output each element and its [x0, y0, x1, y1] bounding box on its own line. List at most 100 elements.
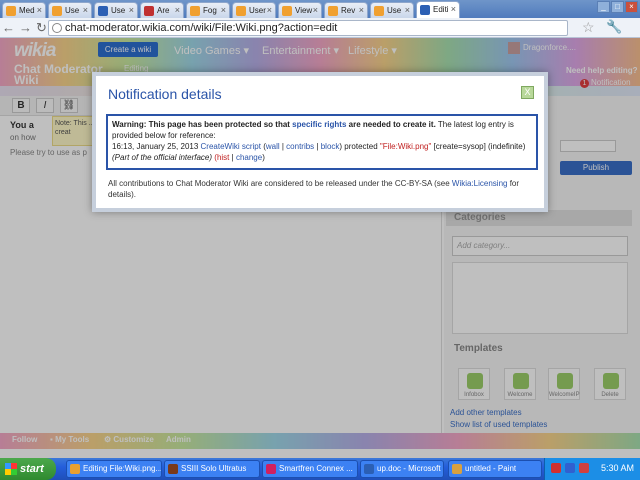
app-icon [168, 464, 178, 474]
tab-label: Use [387, 6, 402, 15]
address-bar[interactable]: chat-moderator.wikia.com/wiki/File:Wiki.… [48, 20, 568, 36]
tab-favicon-icon [52, 6, 62, 16]
tab-label: Fog [203, 6, 217, 15]
close-window-icon[interactable]: × [625, 1, 638, 13]
modal-close-button[interactable]: X [521, 86, 534, 99]
tab-favicon-icon [6, 6, 16, 16]
browser-tab[interactable]: Rev × [324, 2, 368, 18]
forward-arrow-icon[interactable]: → [19, 20, 32, 36]
tab-favicon-icon [236, 6, 246, 16]
close-tab-icon[interactable]: × [359, 3, 364, 18]
tab-label: Med [19, 6, 35, 15]
browser-tab[interactable]: Fog × [186, 2, 230, 18]
hist-link[interactable]: hist [217, 153, 229, 162]
reload-icon[interactable]: ↻ [36, 20, 47, 36]
tab-favicon-icon [420, 5, 430, 15]
taskbar-item[interactable]: Smartfren Connex ... [262, 460, 358, 478]
taskbar-item[interactable]: SSIII Solo Ultratus [164, 460, 260, 478]
warning-text: Warning: This page has been protected so… [112, 120, 293, 129]
contribs-link[interactable]: contribs [286, 142, 314, 151]
close-tab-icon[interactable]: × [313, 3, 318, 18]
tab-label: Rev [341, 6, 356, 15]
address-toolbar: ← → ↻ chat-moderator.wikia.com/wiki/File… [0, 18, 640, 38]
taskbar-label: up.doc - Microsoft ... [377, 464, 444, 473]
log-interface-note: (Part of the official interface) [112, 153, 213, 162]
browser-tab[interactable]: Are × [140, 2, 184, 18]
close-tab-icon[interactable]: × [267, 3, 272, 18]
browser-tab[interactable]: Use × [94, 2, 138, 18]
notification-details-modal: Notification details X Warning: This pag… [92, 72, 548, 212]
page-info-icon [52, 23, 62, 33]
specific-rights-link[interactable]: specific rights [292, 120, 346, 129]
close-tab-icon[interactable]: × [221, 3, 226, 18]
tab-label: User [249, 6, 266, 15]
tab-favicon-icon [374, 6, 384, 16]
log-time: 16:13, January 25, 2013 [112, 142, 201, 151]
log-action: ) protected [339, 142, 380, 151]
shield-icon[interactable] [579, 463, 589, 473]
tab-favicon-icon [98, 6, 108, 16]
start-button[interactable]: start [0, 458, 56, 480]
licensing-link[interactable]: Wikia:Licensing [452, 179, 508, 188]
clock: 5:30 AM [600, 463, 634, 473]
taskbar-label: SSIII Solo Ultratus [181, 464, 247, 473]
close-tab-icon[interactable]: × [37, 3, 42, 18]
browser-tab[interactable]: User × [232, 2, 276, 18]
close-tab-icon[interactable]: × [405, 3, 410, 18]
browser-tab[interactable]: View × [278, 2, 322, 18]
tab-label: Editi [433, 5, 449, 14]
wall-link[interactable]: wall [266, 142, 280, 151]
start-label: start [20, 463, 44, 475]
app-icon [266, 464, 276, 474]
tab-favicon-icon [190, 6, 200, 16]
tab-favicon-icon [144, 6, 154, 16]
tab-favicon-icon [328, 6, 338, 16]
taskbar-item[interactable]: up.doc - Microsoft ... [360, 460, 444, 478]
browser-tab-active[interactable]: Editi × [416, 1, 460, 18]
log-params: [create=sysop] (indefinite) [431, 142, 526, 151]
paint-icon [452, 464, 462, 474]
tab-favicon-icon [282, 6, 292, 16]
minimize-icon[interactable]: _ [597, 1, 610, 13]
warning-text: are needed to create it. [346, 120, 436, 129]
browser-tab[interactable]: Use × [48, 2, 92, 18]
maximize-icon[interactable]: □ [611, 1, 624, 13]
chrome-icon [70, 464, 80, 474]
change-link[interactable]: change [236, 153, 262, 162]
close-tab-icon[interactable]: × [451, 2, 456, 17]
bookmark-star-icon[interactable]: ☆ [582, 19, 595, 36]
block-link[interactable]: block [321, 142, 340, 151]
modal-title: Notification details [108, 86, 222, 102]
protected-page-link[interactable]: "File:Wiki.png" [380, 142, 431, 151]
browser-tab[interactable]: Med × [2, 2, 46, 18]
log-user-link[interactable]: CreateWiki script [201, 142, 261, 151]
taskbar-item[interactable]: Editing File:Wiki.png... [66, 460, 162, 478]
taskbar-label: Editing File:Wiki.png... [83, 464, 162, 473]
taskbar-item[interactable]: untitled - Paint [448, 460, 542, 478]
windows-logo-icon [5, 463, 17, 475]
browser-tab[interactable]: Use × [370, 2, 414, 18]
close-tab-icon[interactable]: × [175, 3, 180, 18]
browser-tab-bar: Med × Use × Use × Are × Fog × User × View × Rev… [0, 0, 640, 18]
close-tab-icon[interactable]: × [129, 3, 134, 18]
protection-warning-box: Warning: This page has been protected so… [106, 114, 538, 170]
close-tab-icon[interactable]: × [83, 3, 88, 18]
wrench-menu-icon[interactable]: 🔧 [606, 19, 622, 35]
taskbar-label: Smartfren Connex ... [279, 464, 353, 473]
license-text: All contributions to Chat Moderator Wiki… [108, 179, 452, 188]
back-arrow-icon[interactable]: ← [2, 20, 15, 36]
taskbar-label: untitled - Paint [465, 464, 517, 473]
system-tray: 5:30 AM [544, 458, 640, 480]
tray-icon[interactable] [551, 463, 561, 473]
tab-label: Use [65, 6, 80, 15]
tray-icon[interactable] [565, 463, 575, 473]
nav-buttons: ← → ↻ [2, 20, 47, 36]
address-bar-text: chat-moderator.wikia.com/wiki/File:Wiki.… [65, 22, 338, 34]
word-icon [364, 464, 374, 474]
license-notice: All contributions to Chat Moderator Wiki… [108, 178, 538, 200]
taskbar: start Editing File:Wiki.png... SSIII Sol… [0, 458, 640, 480]
tab-label: View [295, 6, 313, 15]
tab-label: Are [157, 6, 170, 15]
tab-label: Use [111, 6, 126, 15]
window-controls: _ □ × [597, 1, 638, 13]
